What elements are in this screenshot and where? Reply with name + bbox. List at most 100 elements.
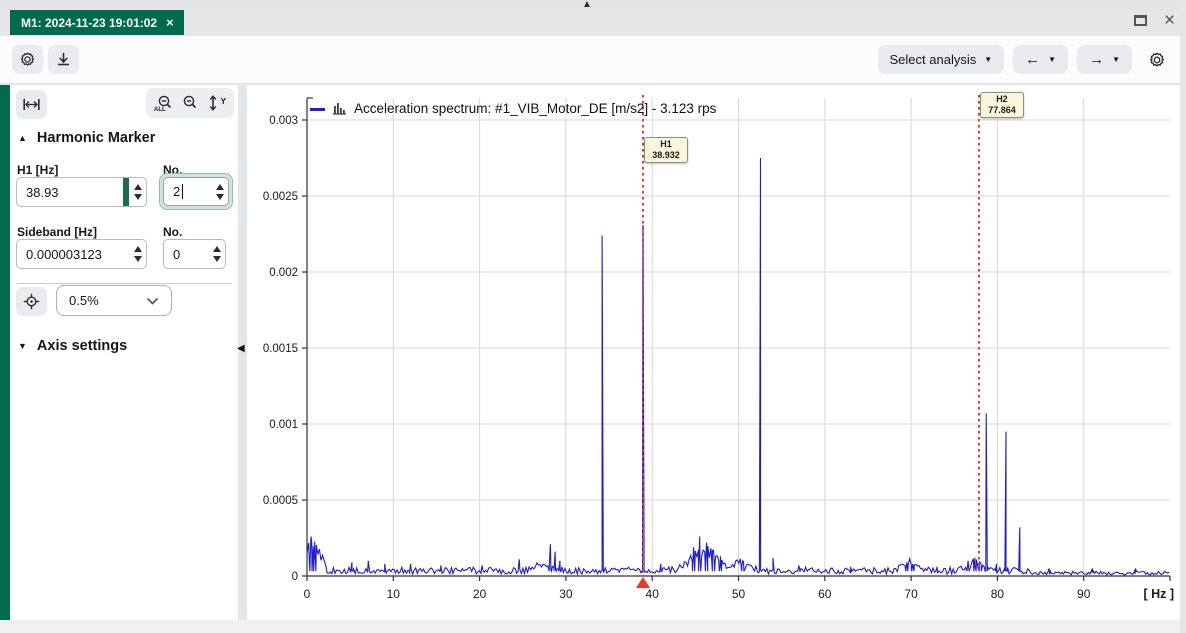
tab-bar: M1: 2024-11-23 19:01:02 × × [0, 10, 1186, 36]
tolerance-value: 0.5% [69, 293, 99, 308]
y-tick-label: 0 [292, 571, 298, 583]
x-tick-label: 90 [1077, 587, 1091, 601]
tab-title: M1: 2024-11-23 19:01:02 [21, 15, 158, 30]
collapse-up-icon: ▲ [18, 133, 27, 143]
window-resize-handle-icon[interactable]: ▲ [582, 0, 592, 10]
spin-down-icon[interactable] [212, 256, 221, 262]
spin-up-icon[interactable] [215, 183, 224, 190]
x-tick-label: 20 [473, 587, 487, 601]
x-tick-label: 60 [818, 587, 832, 601]
spin-up-icon[interactable] [133, 184, 142, 190]
prev-analysis-button[interactable]: ← ▼ [1013, 45, 1069, 74]
harmonic-count-focus-ring: 2 [159, 173, 233, 210]
h1-frequency-label: H1 [Hz] [17, 163, 59, 177]
zoom-out-button[interactable] [178, 91, 202, 115]
y-tick-label: 0.002 [269, 267, 298, 279]
select-analysis-button[interactable]: Select analysis ▼ [877, 45, 1005, 74]
marker-frequency: 77.864 [988, 105, 1016, 115]
harmonic-count-input[interactable]: 2 [163, 177, 229, 206]
chevron-down-icon [146, 297, 159, 305]
chart-legend: Acceleration spectrum: #1_VIB_Motor_DE [… [310, 101, 716, 116]
x-tick-label: 0 [304, 587, 311, 601]
chevron-down-icon: ▼ [1112, 55, 1120, 64]
window-right-edge [1180, 0, 1186, 633]
y-tick-label: 0.0025 [263, 191, 298, 203]
y-tick-label: 0.003 [269, 115, 298, 127]
marker-frequency: 38.932 [652, 150, 680, 160]
toolbar-right-group: Select analysis ▼ ← ▼ → ▼ [877, 45, 1172, 74]
window-top-edge: ▲ [0, 0, 1186, 10]
tolerance-dropdown[interactable]: 0.5% [56, 285, 172, 316]
panel-splitter[interactable]: ◀ [237, 85, 247, 620]
window-close-icon[interactable]: × [1161, 11, 1178, 30]
target-icon [23, 293, 40, 310]
harmonic-marker-label[interactable]: H2 77.864 [979, 92, 1024, 118]
x-tick-label: 30 [559, 587, 573, 601]
autoscale-y-caption: Y [220, 97, 226, 106]
text-caret [182, 184, 184, 199]
toolbar-left-group [12, 45, 79, 74]
x-tick-label: 40 [646, 587, 660, 601]
marker-side-panel: ALL Y ▲ Harmonic Marker H1 [Hz] No. 38.9… [10, 85, 238, 620]
h1-spinner[interactable] [129, 178, 146, 206]
spin-down-icon[interactable] [133, 256, 142, 262]
harmonic-marker-section-header[interactable]: ▲ Harmonic Marker [18, 130, 155, 146]
autoscale-y-button[interactable]: Y [203, 91, 227, 115]
collapse-down-icon: ▼ [18, 341, 27, 351]
x-tick-label: 70 [904, 587, 918, 601]
app-window: ▲ M1: 2024-11-23 19:01:02 × × Select ana… [0, 0, 1186, 633]
spectrum-series-icon [333, 103, 346, 115]
spin-down-icon[interactable] [215, 193, 224, 200]
fit-width-button[interactable] [16, 90, 47, 119]
fit-width-icon [23, 99, 40, 110]
panel-divider-line [16, 283, 232, 284]
sideband-count-value: 0 [173, 246, 181, 262]
panel-accent-bar [0, 85, 10, 620]
tab-close-icon[interactable]: × [166, 16, 174, 29]
fundamental-triangle-icon [635, 577, 650, 588]
select-analysis-label: Select analysis [889, 52, 977, 67]
chart-zoom-toolbar: ALL Y [146, 88, 234, 118]
arrow-left-icon: ← [1025, 51, 1041, 68]
sideband-spinner[interactable] [129, 240, 146, 268]
h1-frequency-input[interactable]: 38.93 [16, 177, 147, 207]
sideband-frequency-label: Sideband [Hz] [17, 225, 97, 239]
spin-down-icon[interactable] [133, 194, 142, 200]
chart-area: 0.003 0.0025 0.002 0.0015 0.001 0.0005 0 0 10 20 3… [247, 85, 1180, 620]
spin-up-icon[interactable] [212, 246, 221, 252]
spectrum-chart[interactable]: 0.003 0.0025 0.002 0.0015 0.001 0.0005 00 10 20 3… [247, 85, 1180, 620]
sideband-count-spinner[interactable] [208, 240, 225, 268]
spin-up-icon[interactable] [133, 246, 142, 252]
harmonic-count-value: 2 [164, 178, 211, 205]
y-tick-label: 0.001 [269, 419, 298, 431]
cog-icon [20, 52, 35, 66]
h1-frequency-value: 38.93 [26, 184, 59, 200]
sideband-count-label: No. [163, 225, 183, 239]
chevron-down-icon: ▼ [984, 55, 993, 64]
panel-collapse-icon[interactable]: ◀ [237, 343, 245, 354]
series-color-dash [310, 108, 325, 111]
sideband-count-input[interactable]: 0 [163, 239, 226, 269]
harmonic-marker-label[interactable]: H1 38.932 [643, 137, 688, 163]
maximize-icon[interactable] [1132, 12, 1149, 29]
x-tick-label: 50 [732, 587, 746, 601]
settings-button[interactable] [1141, 45, 1172, 74]
tab-measurement[interactable]: M1: 2024-11-23 19:01:02 × [10, 10, 184, 35]
chevron-down-icon: ▼ [1048, 55, 1057, 64]
export-button[interactable] [48, 45, 79, 74]
x-tick-label: 10 [387, 587, 401, 601]
autoscale-y-icon [209, 95, 217, 111]
arrow-right-icon: → [1089, 51, 1105, 68]
next-analysis-button[interactable]: → ▼ [1077, 45, 1132, 74]
zoom-out-all-button[interactable]: ALL [153, 91, 177, 115]
y-tick-label: 0.0005 [263, 495, 298, 507]
harmonic-count-spinner[interactable] [211, 178, 228, 205]
axis-settings-section-header[interactable]: ▼ Axis settings [18, 338, 127, 354]
zoom-out-icon [183, 95, 197, 109]
window-controls: × [1132, 11, 1178, 30]
process-settings-button[interactable] [12, 45, 43, 74]
sideband-frequency-input[interactable]: 0.000003123 [16, 239, 147, 269]
peak-snap-button[interactable] [16, 287, 47, 316]
gear-icon [1149, 51, 1164, 67]
sideband-frequency-value: 0.000003123 [26, 246, 102, 262]
